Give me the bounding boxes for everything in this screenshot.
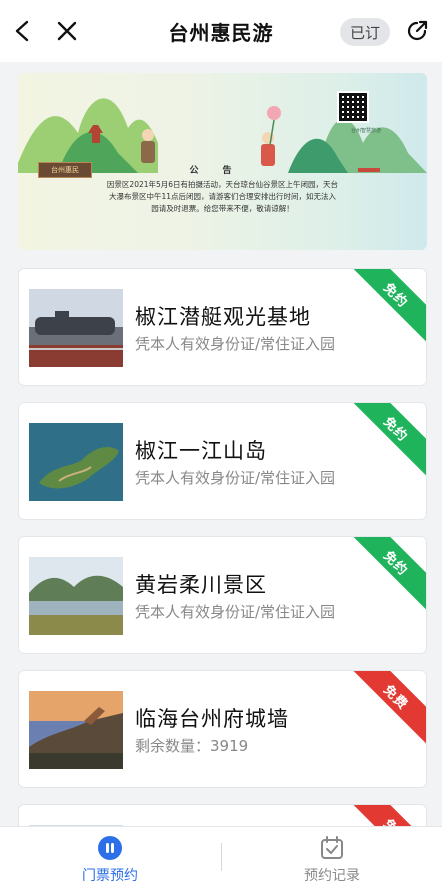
nav-divider (221, 843, 222, 871)
badge-no-reservation: 免约 (346, 537, 426, 613)
attraction-name: 黄岩柔川景区 (135, 573, 267, 597)
attraction-photo (29, 691, 123, 769)
announcement-banner[interactable]: 台州惠民 台州智慧旅游 公告 因景区2021年5月6日有拍摄活动，天台琼台仙谷景… (18, 73, 427, 250)
nav-ticket-booking[interactable]: 门票预约 (40, 835, 180, 885)
attraction-photo (29, 423, 123, 501)
attraction-name: 临海台州府城墙 (135, 707, 289, 731)
attraction-entry-note: 凭本人有效身份证/常住证入园 (135, 469, 336, 487)
close-icon[interactable] (50, 14, 84, 48)
attraction-card[interactable]: 黄岩柔川景区 凭本人有效身份证/常住证入园 免约 (18, 536, 427, 654)
nav-ticket-booking-label: 门票预约 (82, 868, 138, 884)
attraction-name: 椒江潜艇观光基地 (135, 305, 311, 329)
attraction-entry-note: 凭本人有效身份证/常住证入园 (135, 603, 336, 621)
attraction-card[interactable]: 椒江一江山岛 凭本人有效身份证/常住证入园 免约 (18, 402, 427, 520)
top-bar: 台州惠民游 已订 (0, 0, 442, 62)
booked-button[interactable]: 已订 (340, 18, 390, 46)
notice-body: 因景区2021年5月6日有拍摄活动，天台琼台仙谷景区上午闭园，天台大瀑布景区中午… (106, 180, 339, 213)
ticket-icon (98, 836, 122, 860)
badge-no-reservation: 免约 (346, 403, 426, 479)
bottom-navigation: 门票预约 预约记录 (0, 826, 442, 886)
attraction-photo (29, 557, 123, 635)
attraction-card[interactable]: 临海台州府城墙 剩余数量：3919 免费 (18, 670, 427, 788)
qr-caption: 台州智慧旅游 (350, 128, 381, 134)
back-icon[interactable] (6, 14, 40, 48)
attraction-photo (29, 289, 123, 367)
nav-booking-records-label: 预约记录 (304, 868, 360, 884)
remaining-quantity: 剩余数量：3919 (135, 737, 249, 755)
page-title: 台州惠民游 (168, 20, 274, 45)
share-icon[interactable] (400, 14, 434, 48)
badge-free: 免费 (346, 671, 426, 747)
attraction-name: 椒江一江山岛 (135, 439, 267, 463)
calendar-check-icon (321, 836, 343, 859)
qr-code (337, 91, 369, 123)
notice-title: 公告 (189, 166, 256, 176)
badge-no-reservation: 免约 (346, 269, 426, 345)
nav-booking-records[interactable]: 预约记录 (262, 835, 402, 885)
attraction-entry-note: 凭本人有效身份证/常住证入园 (135, 335, 336, 353)
attraction-card[interactable]: 椒江潜艇观光基地 凭本人有效身份证/常住证入园 免约 (18, 268, 427, 386)
